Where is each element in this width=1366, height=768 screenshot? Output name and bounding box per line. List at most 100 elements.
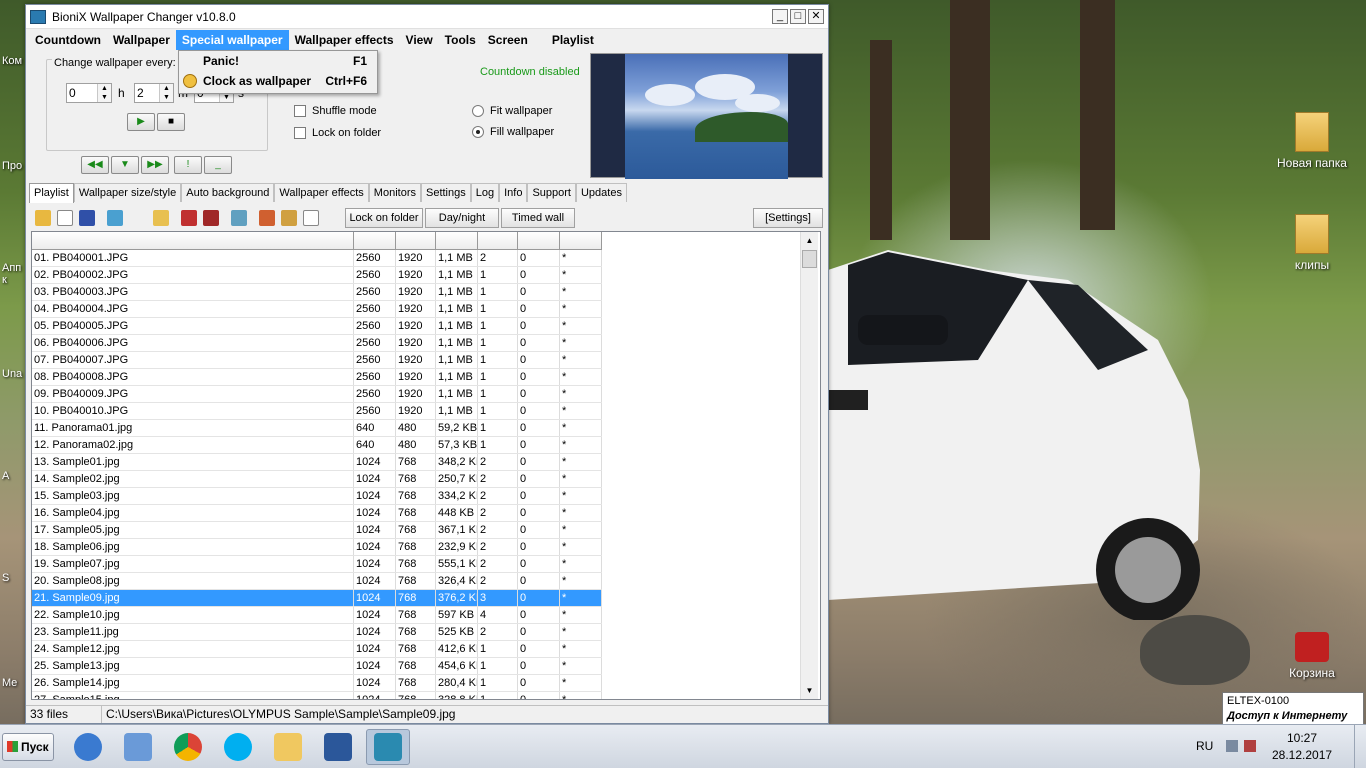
clock[interactable]: 10:27 28.12.2017	[1272, 730, 1332, 764]
recycle-icon[interactable]	[231, 210, 247, 226]
play-button[interactable]: ▶	[127, 113, 155, 131]
stop-button[interactable]: ■	[157, 113, 185, 131]
table-row[interactable]: 05. PB040005.JPG 2560 1920 1,1 MB 1 0 *	[32, 318, 602, 335]
desktop-icon-new-folder[interactable]: Новая папка	[1272, 112, 1352, 170]
table-row[interactable]: 11. Panorama01.jpg 640 480 59,2 KB 1 0 *	[32, 420, 602, 437]
save-icon[interactable]	[79, 210, 95, 226]
tab-updates[interactable]: Updates	[575, 183, 627, 202]
table-row[interactable]: 26. Sample14.jpg 1024 768 280,4 KI 1 0 *	[32, 675, 602, 692]
timed-wall-button[interactable]: Timed wall	[501, 208, 575, 228]
tab-monitors[interactable]: Monitors	[368, 183, 421, 202]
desktop-icon-recycle-bin[interactable]: Корзина	[1272, 632, 1352, 680]
column-header-count[interactable]	[478, 232, 518, 249]
tab-settings[interactable]: Settings	[420, 183, 471, 202]
day-night-button[interactable]: Day/night	[425, 208, 499, 228]
taskbar-ie[interactable]	[66, 729, 110, 765]
title-bar[interactable]: BioniX Wallpaper Changer v10.8.0 _ □ ✕	[26, 5, 828, 29]
close-button[interactable]: ✕	[808, 9, 824, 24]
scroll-down-icon[interactable]: ▼	[801, 682, 818, 699]
start-button[interactable]: Пуск	[2, 733, 54, 761]
taskbar-volume[interactable]	[116, 729, 160, 765]
table-row[interactable]: 18. Sample06.jpg 1024 768 232,9 KI 2 0 *	[32, 539, 602, 556]
show-desktop-button[interactable]	[1354, 725, 1366, 768]
desktop-icon-s[interactable]: S	[2, 572, 26, 584]
desktop-icon-a[interactable]: A	[2, 470, 26, 482]
minimize-button[interactable]: _	[772, 9, 788, 24]
tab-auto-background[interactable]: Auto background	[181, 183, 275, 202]
table-row[interactable]: 15. Sample03.jpg 1024 768 334,2 KI 2 0 *	[32, 488, 602, 505]
desktop-icon-computer[interactable]: Ком	[2, 55, 26, 67]
notes-icon[interactable]	[281, 210, 297, 226]
table-row[interactable]: 19. Sample07.jpg 1024 768 555,1 KI 2 0 *	[32, 556, 602, 573]
minutes-spinner[interactable]: 2 ▲ ▼	[134, 83, 174, 103]
table-row[interactable]: 24. Sample12.jpg 1024 768 412,6 KI 1 0 *	[32, 641, 602, 658]
column-header-height[interactable]	[396, 232, 436, 249]
table-row[interactable]: 23. Sample11.jpg 1024 768 525 KB 2 0 *	[32, 624, 602, 641]
table-row[interactable]: 10. PB040010.JPG 2560 1920 1,1 MB 1 0 *	[32, 403, 602, 420]
new-file-icon[interactable]	[57, 210, 73, 226]
shuffle-mode-checkbox[interactable]: Shuffle mode	[294, 105, 377, 117]
table-row[interactable]: 21. Sample09.jpg 1024 768 376,2 KI 3 0 *	[32, 590, 602, 607]
menu-tools[interactable]: Tools	[439, 30, 482, 50]
language-indicator[interactable]: RU	[1196, 739, 1213, 753]
table-row[interactable]: 22. Sample10.jpg 1024 768 597 KB 4 0 *	[32, 607, 602, 624]
table-row[interactable]: 27. Sample15.jpg 1024 768 328,8 KI 1 0 *	[32, 692, 602, 699]
desktop-icon-una[interactable]: Una	[2, 368, 26, 380]
table-row[interactable]: 06. PB040006.JPG 2560 1920 1,1 MB 1 0 *	[32, 335, 602, 352]
table-row[interactable]: 20. Sample08.jpg 1024 768 326,4 KI 2 0 *	[32, 573, 602, 590]
show-hidden-icons-icon[interactable]	[1226, 740, 1238, 752]
menu-wallpaper[interactable]: Wallpaper	[107, 30, 176, 50]
checklist-icon[interactable]	[303, 210, 319, 226]
settings-button[interactable]: [Settings]	[753, 208, 823, 228]
menu-wallpaper-effects[interactable]: Wallpaper effects	[289, 30, 400, 50]
table-row[interactable]: 01. PB040001.JPG 2560 1920 1,1 MB 2 0 *	[32, 250, 602, 267]
playlist-scrollbar[interactable]: ▲ ▼	[800, 232, 818, 699]
table-row[interactable]: 09. PB040009.JPG 2560 1920 1,1 MB 1 0 *	[32, 386, 602, 403]
minimize-tray-button[interactable]: _	[204, 156, 232, 174]
tab-wallpaper-effects[interactable]: Wallpaper effects	[274, 183, 369, 202]
table-row[interactable]: 02. PB040002.JPG 2560 1920 1,1 MB 1 0 *	[32, 267, 602, 284]
column-header-width[interactable]	[354, 232, 396, 249]
menu-playlist[interactable]: Playlist	[546, 30, 600, 50]
menu-special-wallpaper[interactable]: Special wallpaper	[175, 30, 289, 50]
network-icon[interactable]	[1244, 740, 1256, 752]
table-row[interactable]: 25. Sample13.jpg 1024 768 454,6 KI 1 0 *	[32, 658, 602, 675]
taskbar-explorer[interactable]	[266, 729, 310, 765]
menu-item-panic[interactable]: Panic! F1	[179, 51, 377, 71]
table-row[interactable]: 14. Sample02.jpg 1024 768 250,7 KI 2 0 *	[32, 471, 602, 488]
taskbar-skype[interactable]	[216, 729, 260, 765]
menu-view[interactable]: View	[400, 30, 439, 50]
table-row[interactable]: 12. Panorama02.jpg 640 480 57,3 KB 1 0 *	[32, 437, 602, 454]
taskbar-bionix[interactable]	[366, 729, 410, 765]
table-row[interactable]: 13. Sample01.jpg 1024 768 348,2 KI 2 0 *	[32, 454, 602, 471]
desktop-icon-me[interactable]: Me	[2, 677, 26, 689]
desktop-icon-app[interactable]: Апп к	[2, 262, 26, 286]
previous-button[interactable]: ◀◀	[81, 156, 109, 174]
scroll-up-icon[interactable]: ▲	[801, 232, 818, 249]
table-row[interactable]: 16. Sample04.jpg 1024 768 448 KB 2 0 *	[32, 505, 602, 522]
add-folder-icon[interactable]	[153, 210, 169, 226]
fill-wallpaper-radio[interactable]: Fill wallpaper	[472, 126, 554, 138]
tab-playlist[interactable]: Playlist	[29, 183, 74, 203]
lock-on-folder-button[interactable]: Lock on folder	[345, 208, 423, 228]
hours-spinner[interactable]: 0 ▲ ▼	[66, 83, 112, 103]
fit-wallpaper-radio[interactable]: Fit wallpaper	[472, 105, 552, 117]
table-row[interactable]: 03. PB040003.JPG 2560 1920 1,1 MB 1 0 *	[32, 284, 602, 301]
tab-wallpaper-size-style[interactable]: Wallpaper size/style	[73, 183, 182, 202]
table-row[interactable]: 04. PB040004.JPG 2560 1920 1,1 MB 1 0 *	[32, 301, 602, 318]
menu-countdown[interactable]: Countdown	[29, 30, 107, 50]
scroll-thumb[interactable]	[802, 250, 817, 268]
column-header-size[interactable]	[436, 232, 478, 249]
table-row[interactable]: 17. Sample05.jpg 1024 768 367,1 KI 2 0 *	[32, 522, 602, 539]
tab-support[interactable]: Support	[527, 183, 576, 202]
alert-button[interactable]: !	[174, 156, 202, 174]
table-row[interactable]: 07. PB040007.JPG 2560 1920 1,1 MB 1 0 *	[32, 352, 602, 369]
spinner-arrows-icon[interactable]: ▲▼	[159, 84, 173, 102]
lock-on-folder-checkbox[interactable]: Lock on folder	[294, 127, 381, 139]
column-header-rating[interactable]	[518, 232, 560, 249]
desktop-icon-clips[interactable]: клипы	[1272, 214, 1352, 272]
dropdown-arrow-button[interactable]: ▼	[111, 156, 139, 174]
import-icon[interactable]	[107, 210, 123, 226]
menu-item-clock-as-wallpaper[interactable]: Clock as wallpaper Ctrl+F6	[179, 71, 377, 91]
wallpaper-preview[interactable]	[590, 53, 823, 179]
